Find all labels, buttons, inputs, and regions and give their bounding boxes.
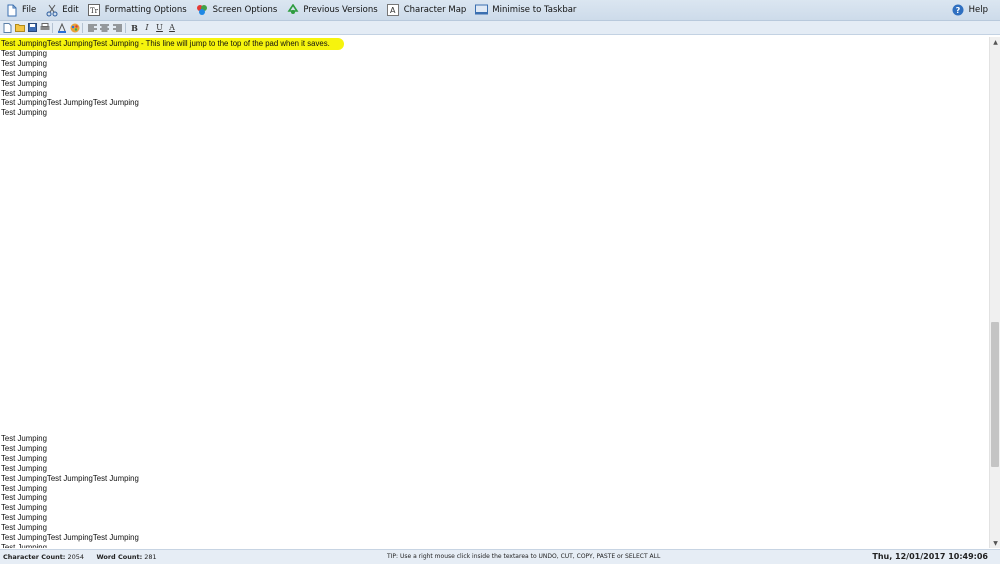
text-line: Test Jumping [1,453,47,463]
text-line: Test Jumping [1,513,47,523]
bold-button[interactable]: B [129,22,140,33]
text-line: Test Jumping [1,483,47,493]
menu-help[interactable]: ? Help [948,0,992,20]
menu-screen-label: Screen Options [212,5,278,15]
help-icon: ? [952,4,965,17]
toolbar-separator [82,22,83,33]
menu-edit-label: Edit [62,5,79,15]
text-line: Test Jumping [1,523,47,533]
italic-button[interactable]: I [142,22,153,33]
character-map-icon: A [387,4,400,17]
menu-formatting-options[interactable]: Tr Formatting Options [84,0,191,20]
text-line: Test JumpingTest JumpingTest Jumping [1,98,139,108]
text-line: Test Jumping [1,58,47,68]
text-color-icon[interactable] [57,22,68,33]
text-line: Test Jumping [1,542,47,548]
menu-help-label: Help [968,5,988,15]
text-line: Test Jumping [1,48,47,58]
char-count-value: 2054 [67,553,85,561]
text-line: Test Jumping [1,434,47,443]
text-line: Test Jumping [1,68,47,78]
menu-minimise-taskbar[interactable]: Minimise to Taskbar [471,0,580,20]
menubar: File Edit Tr Formatting Options Screen O… [0,0,1000,21]
status-bar: Character Count: 2054 Word Count: 281 TI… [0,549,1000,564]
align-right-icon[interactable] [112,22,123,33]
toolbar-separator [52,22,53,33]
text-line: Test JumpingTest JumpingTest Jumping - T… [1,39,330,48]
text-line: Test Jumping [1,503,47,513]
menu-screen-options[interactable]: Screen Options [192,0,282,20]
font-button[interactable]: A [167,22,178,33]
word-count-value: 281 [144,553,157,561]
toolbar-separator [124,22,126,33]
menu-charmap-label: Character Map [403,5,467,15]
menu-versions-label: Previous Versions [303,5,378,15]
text-line: Test Jumping [1,78,47,88]
menu-edit[interactable]: Edit [41,0,82,20]
svg-text:?: ? [956,6,961,15]
underline-button[interactable]: U [154,22,165,33]
scroll-down-icon[interactable]: ▼ [990,538,1000,548]
file-icon [5,4,18,17]
formatting-icon: Tr [88,4,101,17]
text-line: Test Jumping [1,108,47,118]
align-left-icon[interactable] [87,22,98,33]
text-line: Test Jumping [1,443,47,453]
svg-text:A: A [390,6,396,15]
menu-character-map[interactable]: A Character Map [383,0,471,20]
taskbar-icon [475,4,489,17]
recycle-icon [286,4,299,17]
text-pad[interactable]: Test JumpingTest JumpingTest Jumping - T… [0,37,989,548]
scroll-up-icon[interactable]: ▲ [990,37,1000,47]
save-icon[interactable] [27,22,38,33]
formatting-toolbar: B I U A [0,21,1000,35]
text-line: Test Jumping [1,493,47,503]
text-line: Test Jumping [1,88,47,98]
menu-file-label: File [22,5,37,15]
text-line: Test JumpingTest JumpingTest Jumping [1,533,139,542]
text-line: Test JumpingTest JumpingTest Jumping [1,473,139,483]
menu-previous-versions[interactable]: Previous Versions [282,0,381,20]
menu-formatting-label: Formatting Options [104,5,187,15]
text-line: Test Jumping [1,463,47,473]
word-count-label: Word Count: [96,553,143,561]
scroll-thumb[interactable] [991,322,999,467]
palette-icon [196,4,209,17]
vertical-scrollbar[interactable]: ▲ ▼ [989,37,1000,548]
menu-minimise-label: Minimise to Taskbar [492,5,577,15]
date-time: Thu, 12/01/2017 10:49:06 [872,552,988,561]
counts: Character Count: 2054 Word Count: 281 [3,553,157,561]
tip-text: TIP: Use a right mouse click inside the … [387,553,661,560]
scissors-icon [45,4,58,17]
open-folder-icon[interactable] [14,22,25,33]
color-palette-icon[interactable] [69,22,80,33]
new-icon[interactable] [2,22,13,33]
align-center-icon[interactable] [99,22,110,33]
menu-file[interactable]: File [1,0,40,20]
svg-text:Tr: Tr [90,7,99,15]
print-icon[interactable] [39,22,50,33]
char-count-label: Character Count: [3,553,66,561]
